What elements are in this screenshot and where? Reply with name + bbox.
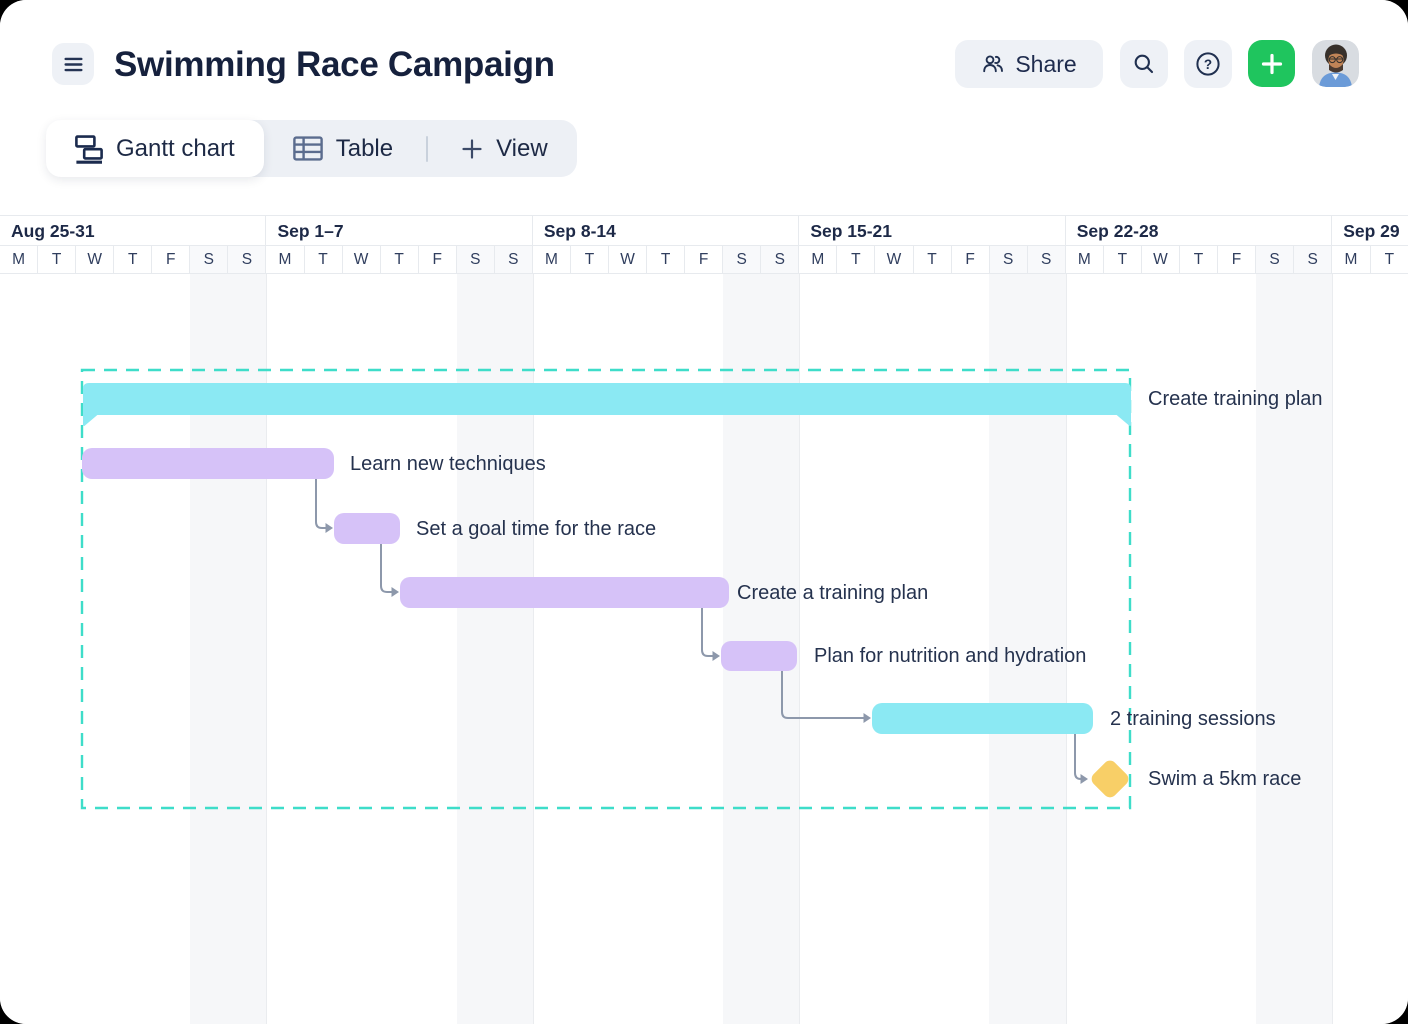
week-label: Sep 1–7 <box>266 216 531 246</box>
page-title: Swimming Race Campaign <box>114 43 555 85</box>
day-header-cell: F <box>418 246 456 273</box>
week-label: Sep 15-21 <box>799 216 1064 246</box>
task-bar-learn[interactable] <box>82 448 334 479</box>
week-label: Sep 8-14 <box>533 216 798 246</box>
day-header-cell: S <box>1293 246 1331 273</box>
day-header-cell: F <box>151 246 189 273</box>
day-header-cell: S <box>227 246 265 273</box>
day-header-cell: S <box>494 246 532 273</box>
search-button[interactable] <box>1120 40 1168 88</box>
week-label: Aug 25-31 <box>0 216 265 246</box>
day-header-cell: F <box>951 246 989 273</box>
tab-table-label: Table <box>336 135 393 163</box>
day-header-cell: S <box>189 246 227 273</box>
day-row: MTWTFSS <box>533 246 798 273</box>
week-column: Sep 1–7MTWTFSS <box>265 216 531 273</box>
week-label: Sep 29 <box>1332 216 1408 246</box>
help-glyph: ? <box>1204 57 1212 72</box>
day-header-cell: T <box>1370 246 1408 273</box>
day-header-cell: F <box>1217 246 1255 273</box>
day-header-cell: T <box>304 246 342 273</box>
day-header-cell: T <box>1103 246 1141 273</box>
day-header-cell: W <box>608 246 646 273</box>
task-bar-plan[interactable] <box>400 577 729 608</box>
day-header-cell: T <box>646 246 684 273</box>
search-icon <box>1132 52 1156 76</box>
timeline-header: Aug 25-31MTWTFSSSep 1–7MTWTFSSSep 8-14MT… <box>0 215 1408 274</box>
day-header-cell: S <box>760 246 798 273</box>
task-bar-nutrition[interactable] <box>721 641 797 671</box>
day-header-cell: T <box>37 246 75 273</box>
day-header-cell: T <box>1179 246 1217 273</box>
week-label: Sep 22-28 <box>1066 216 1331 246</box>
tab-divider <box>426 136 428 162</box>
plus-view-icon <box>461 138 483 160</box>
week-separator <box>1332 274 1333 1024</box>
day-row: MTWTFSS <box>0 246 265 273</box>
task-label-learn[interactable]: Learn new techniques <box>350 451 546 477</box>
tab-view-label: View <box>496 135 548 163</box>
day-header-cell: T <box>113 246 151 273</box>
day-header-cell: M <box>1332 246 1369 273</box>
task-bar-sessions[interactable] <box>872 703 1093 734</box>
day-header-cell: W <box>874 246 912 273</box>
plus-icon <box>1260 52 1284 76</box>
task-label-summary[interactable]: Create training plan <box>1148 386 1323 412</box>
day-header-cell: S <box>722 246 760 273</box>
week-column: Sep 8-14MTWTFSS <box>532 216 798 273</box>
gantt-chart-icon <box>75 134 103 164</box>
table-icon <box>293 136 323 161</box>
task-label-race[interactable]: Swim a 5km race <box>1148 766 1301 792</box>
task-label-sessions[interactable]: 2 training sessions <box>1110 706 1276 732</box>
day-header-cell: T <box>570 246 608 273</box>
day-header-cell: M <box>799 246 836 273</box>
day-header-cell: S <box>1255 246 1293 273</box>
day-header-cell: S <box>989 246 1027 273</box>
day-header-cell: T <box>380 246 418 273</box>
day-header-cell: T <box>913 246 951 273</box>
app-window: Swimming Race Campaign Share <box>0 0 1408 1024</box>
help-circle-icon: ? <box>1195 51 1221 77</box>
week-column: Sep 15-21MTWTFSS <box>798 216 1064 273</box>
day-header-cell: W <box>1141 246 1179 273</box>
tab-gantt-chart[interactable]: Gantt chart <box>46 120 264 177</box>
day-header-cell: T <box>836 246 874 273</box>
hamburger-icon <box>62 53 85 76</box>
add-button[interactable] <box>1248 40 1295 87</box>
menu-button[interactable] <box>52 43 94 85</box>
task-label-plan[interactable]: Create a training plan <box>737 580 928 606</box>
day-header-cell: M <box>533 246 570 273</box>
header: Swimming Race Campaign Share <box>0 0 1408 120</box>
day-row: MTWTFSS <box>266 246 531 273</box>
day-header-cell: S <box>1027 246 1065 273</box>
share-button[interactable]: Share <box>955 40 1103 88</box>
day-header-cell: M <box>0 246 37 273</box>
day-header-cell: F <box>684 246 722 273</box>
day-header-cell: M <box>266 246 303 273</box>
day-row: MT <box>1332 246 1408 273</box>
day-row: MTWTFSS <box>799 246 1064 273</box>
day-header-cell: W <box>342 246 380 273</box>
share-users-icon <box>981 52 1005 76</box>
help-button[interactable]: ? <box>1184 40 1232 88</box>
view-tabs: Gantt chart Table View <box>46 120 577 177</box>
task-label-nutrition[interactable]: Plan for nutrition and hydration <box>814 643 1086 669</box>
day-header-cell: M <box>1066 246 1103 273</box>
week-column: Sep 22-28MTWTFSS <box>1065 216 1331 273</box>
day-header-cell: S <box>456 246 494 273</box>
task-bar-goal[interactable] <box>334 513 400 544</box>
week-column: Sep 29MT <box>1331 216 1408 273</box>
share-label: Share <box>1015 51 1076 78</box>
tab-table[interactable]: Table <box>264 120 422 177</box>
tab-gantt-label: Gantt chart <box>116 135 235 163</box>
tab-add-view[interactable]: View <box>432 120 577 177</box>
day-row: MTWTFSS <box>1066 246 1331 273</box>
user-avatar[interactable] <box>1312 40 1359 87</box>
day-header-cell: W <box>75 246 113 273</box>
task-label-goal[interactable]: Set a goal time for the race <box>416 516 656 542</box>
week-column: Aug 25-31MTWTFSS <box>0 216 265 273</box>
